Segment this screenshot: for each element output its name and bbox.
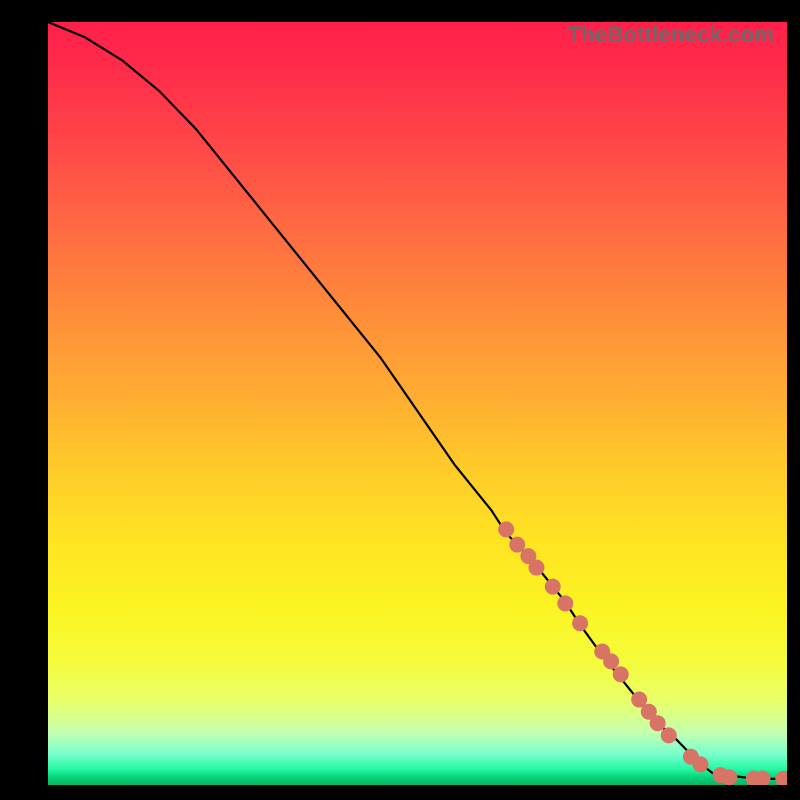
data-point <box>693 756 709 772</box>
curve-markers <box>498 521 787 785</box>
data-point <box>498 521 514 537</box>
data-point <box>683 749 699 765</box>
data-point <box>613 666 629 682</box>
data-point <box>520 548 536 564</box>
data-point <box>545 579 561 595</box>
watermark-label: TheBottleneck.com <box>568 22 774 48</box>
data-point <box>528 560 544 576</box>
data-point <box>594 643 610 659</box>
data-point <box>779 771 787 785</box>
data-point <box>641 704 657 720</box>
data-point <box>603 653 619 669</box>
data-point <box>572 615 588 631</box>
data-point <box>721 769 737 785</box>
data-point <box>755 771 771 785</box>
data-point <box>661 727 677 743</box>
data-point <box>509 537 525 553</box>
curve-line <box>48 22 787 779</box>
data-point <box>712 767 728 783</box>
data-point <box>650 715 666 731</box>
chart-svg <box>48 22 787 785</box>
data-point <box>775 771 787 785</box>
data-point <box>557 595 573 611</box>
data-point <box>746 771 762 785</box>
chart-plot-area: TheBottleneck.com <box>48 22 787 785</box>
data-point <box>631 692 647 708</box>
